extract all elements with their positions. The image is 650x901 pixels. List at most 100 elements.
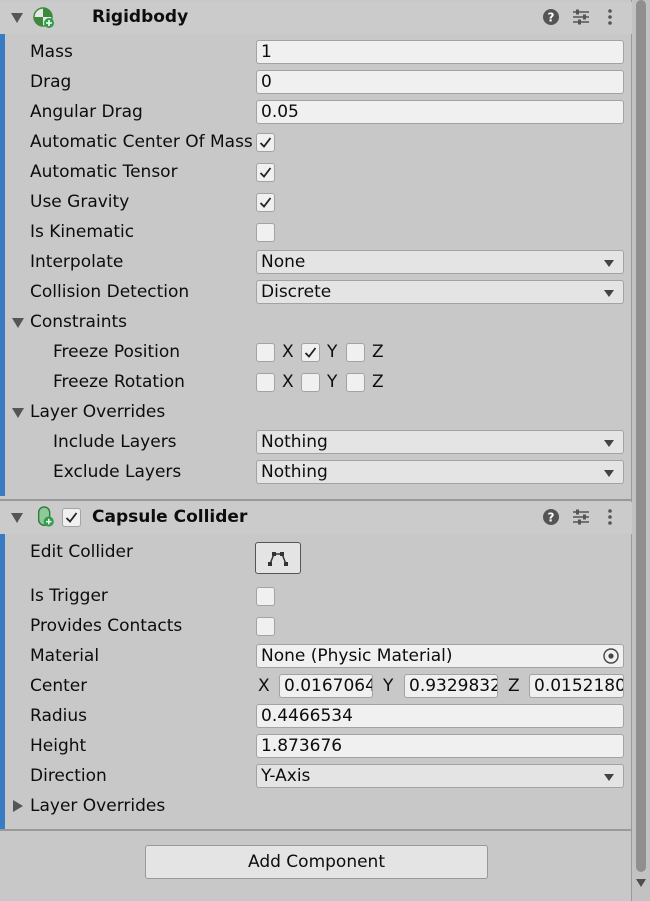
checkmark-icon — [259, 137, 272, 148]
drag-label: Drag — [30, 72, 72, 92]
layer-overrides-collapsed-icon[interactable] — [13, 800, 23, 812]
is-kinematic-checkbox[interactable] — [256, 223, 275, 242]
angular-drag-field[interactable]: 0.05 — [256, 100, 624, 124]
rb-layer-overrides-row[interactable]: Layer Overrides — [0, 398, 632, 428]
include-layers-value: Nothing — [261, 432, 328, 452]
edit-collider-button[interactable] — [255, 542, 301, 574]
freeze-position-z-checkbox[interactable] — [346, 343, 365, 362]
is-trigger-row: Is Trigger — [0, 582, 632, 612]
constraints-foldout-icon[interactable] — [12, 318, 24, 328]
checkmark-icon — [65, 512, 78, 523]
freeze-position-x-checkbox[interactable] — [256, 343, 275, 362]
height-label: Height — [30, 736, 87, 756]
axis-y-label: Y — [327, 342, 338, 362]
interpolate-label: Interpolate — [30, 252, 124, 272]
capsule-foldout-icon[interactable] — [11, 513, 23, 523]
center-label: Center — [30, 676, 88, 696]
capsule-collider-header[interactable]: Capsule Collider ? — [0, 502, 632, 534]
radius-field[interactable]: 0.4466534 — [256, 704, 624, 728]
scrollbar-thumb[interactable] — [636, 0, 646, 872]
height-field[interactable]: 1.873676 — [256, 734, 624, 758]
provides-contacts-row: Provides Contacts — [0, 612, 632, 642]
capsule-layer-overrides-row[interactable]: Layer Overrides — [0, 792, 632, 822]
add-component-button[interactable]: Add Component — [145, 845, 488, 879]
mass-field[interactable]: 1 — [256, 40, 624, 64]
capsule-enabled-checkbox[interactable] — [62, 508, 81, 527]
center-z-label: Z — [508, 676, 520, 696]
use-gravity-label: Use Gravity — [30, 192, 130, 212]
auto-com-label: Automatic Center Of Mass — [30, 132, 252, 152]
use-gravity-checkbox[interactable] — [256, 193, 275, 212]
collision-row: Collision Detection Discrete — [0, 278, 632, 308]
dropdown-arrow-icon — [604, 440, 614, 447]
material-row: Material None (Physic Material) — [0, 642, 632, 672]
freeze-rotation-x-checkbox[interactable] — [256, 373, 275, 392]
exclude-layers-label: Exclude Layers — [53, 462, 182, 482]
material-field[interactable]: None (Physic Material) — [256, 644, 624, 668]
direction-dropdown[interactable]: Y-Axis — [256, 764, 624, 788]
axis-y-label: Y — [327, 372, 338, 392]
direction-value: Y-Axis — [261, 766, 311, 786]
capsule-layer-overrides-label: Layer Overrides — [30, 796, 166, 816]
vertical-scrollbar[interactable] — [632, 0, 650, 901]
mass-label: Mass — [30, 42, 73, 62]
inspector-panel: Rigidbody ? Mass 1 Drag 0 Angular Drag 0… — [0, 0, 632, 901]
is-kinematic-row: Is Kinematic — [0, 218, 632, 248]
axis-z-label: Z — [372, 342, 384, 362]
auto-tensor-checkbox[interactable] — [256, 163, 275, 182]
layer-overrides-foldout-icon[interactable] — [12, 408, 24, 418]
include-layers-label: Include Layers — [53, 432, 177, 452]
rigidbody-title: Rigidbody — [92, 7, 189, 27]
interpolate-dropdown[interactable]: None — [256, 250, 624, 274]
material-label: Material — [30, 646, 100, 666]
exclude-layers-dropdown[interactable]: Nothing — [256, 460, 624, 484]
interpolate-row: Interpolate None — [0, 248, 632, 278]
center-x-label: X — [258, 676, 270, 696]
rigidbody-icon — [33, 7, 54, 28]
presets-icon[interactable] — [572, 8, 590, 26]
constraints-label: Constraints — [30, 312, 127, 332]
material-value: None (Physic Material) — [261, 646, 453, 666]
freeze-position-label: Freeze Position — [53, 342, 181, 362]
angular-drag-label: Angular Drag — [30, 102, 143, 122]
constraints-row[interactable]: Constraints — [0, 308, 632, 338]
drag-field[interactable]: 0 — [256, 70, 624, 94]
auto-com-row: Automatic Center Of Mass — [0, 128, 632, 158]
is-trigger-label: Is Trigger — [30, 586, 108, 606]
presets-icon[interactable] — [572, 508, 590, 526]
radius-row: Radius 0.4466534 — [0, 702, 632, 732]
freeze-position-y-checkbox[interactable] — [301, 343, 320, 362]
interpolate-value: None — [261, 252, 306, 272]
is-kinematic-label: Is Kinematic — [30, 222, 135, 242]
axis-z-label: Z — [372, 372, 384, 392]
center-z-field[interactable]: 0.0152180 — [529, 674, 624, 698]
center-row: Center X 0.0167064 Y 0.9329832 Z 0.01521… — [0, 672, 632, 702]
help-icon[interactable]: ? — [542, 8, 560, 26]
provides-contacts-checkbox[interactable] — [256, 617, 275, 636]
freeze-rotation-y-checkbox[interactable] — [301, 373, 320, 392]
freeze-rotation-z-checkbox[interactable] — [346, 373, 365, 392]
rigidbody-foldout-icon[interactable] — [11, 13, 23, 23]
include-layers-row: Include Layers Nothing — [0, 428, 632, 458]
dropdown-arrow-icon — [604, 290, 614, 297]
component-divider — [0, 829, 632, 831]
collision-dropdown[interactable]: Discrete — [256, 280, 624, 304]
auto-com-checkbox[interactable] — [256, 133, 275, 152]
edit-collider-label: Edit Collider — [30, 542, 134, 562]
object-picker-icon[interactable] — [602, 647, 620, 665]
center-y-label: Y — [383, 676, 394, 696]
scroll-down-arrow-icon[interactable] — [636, 879, 646, 887]
is-trigger-checkbox[interactable] — [256, 587, 275, 606]
center-y-field[interactable]: 0.9329832 — [404, 674, 498, 698]
more-icon[interactable] — [603, 8, 617, 26]
more-icon[interactable] — [603, 508, 617, 526]
center-x-field[interactable]: 0.0167064 — [279, 674, 373, 698]
svg-text:?: ? — [548, 511, 555, 525]
freeze-position-row: Freeze Position X Y Z — [0, 338, 632, 368]
help-icon[interactable]: ? — [542, 508, 560, 526]
include-layers-dropdown[interactable]: Nothing — [256, 430, 624, 454]
exclude-layers-value: Nothing — [261, 462, 328, 482]
use-gravity-row: Use Gravity — [0, 188, 632, 218]
freeze-rotation-row: Freeze Rotation X Y Z — [0, 368, 632, 398]
rigidbody-header[interactable]: Rigidbody ? — [0, 2, 632, 34]
